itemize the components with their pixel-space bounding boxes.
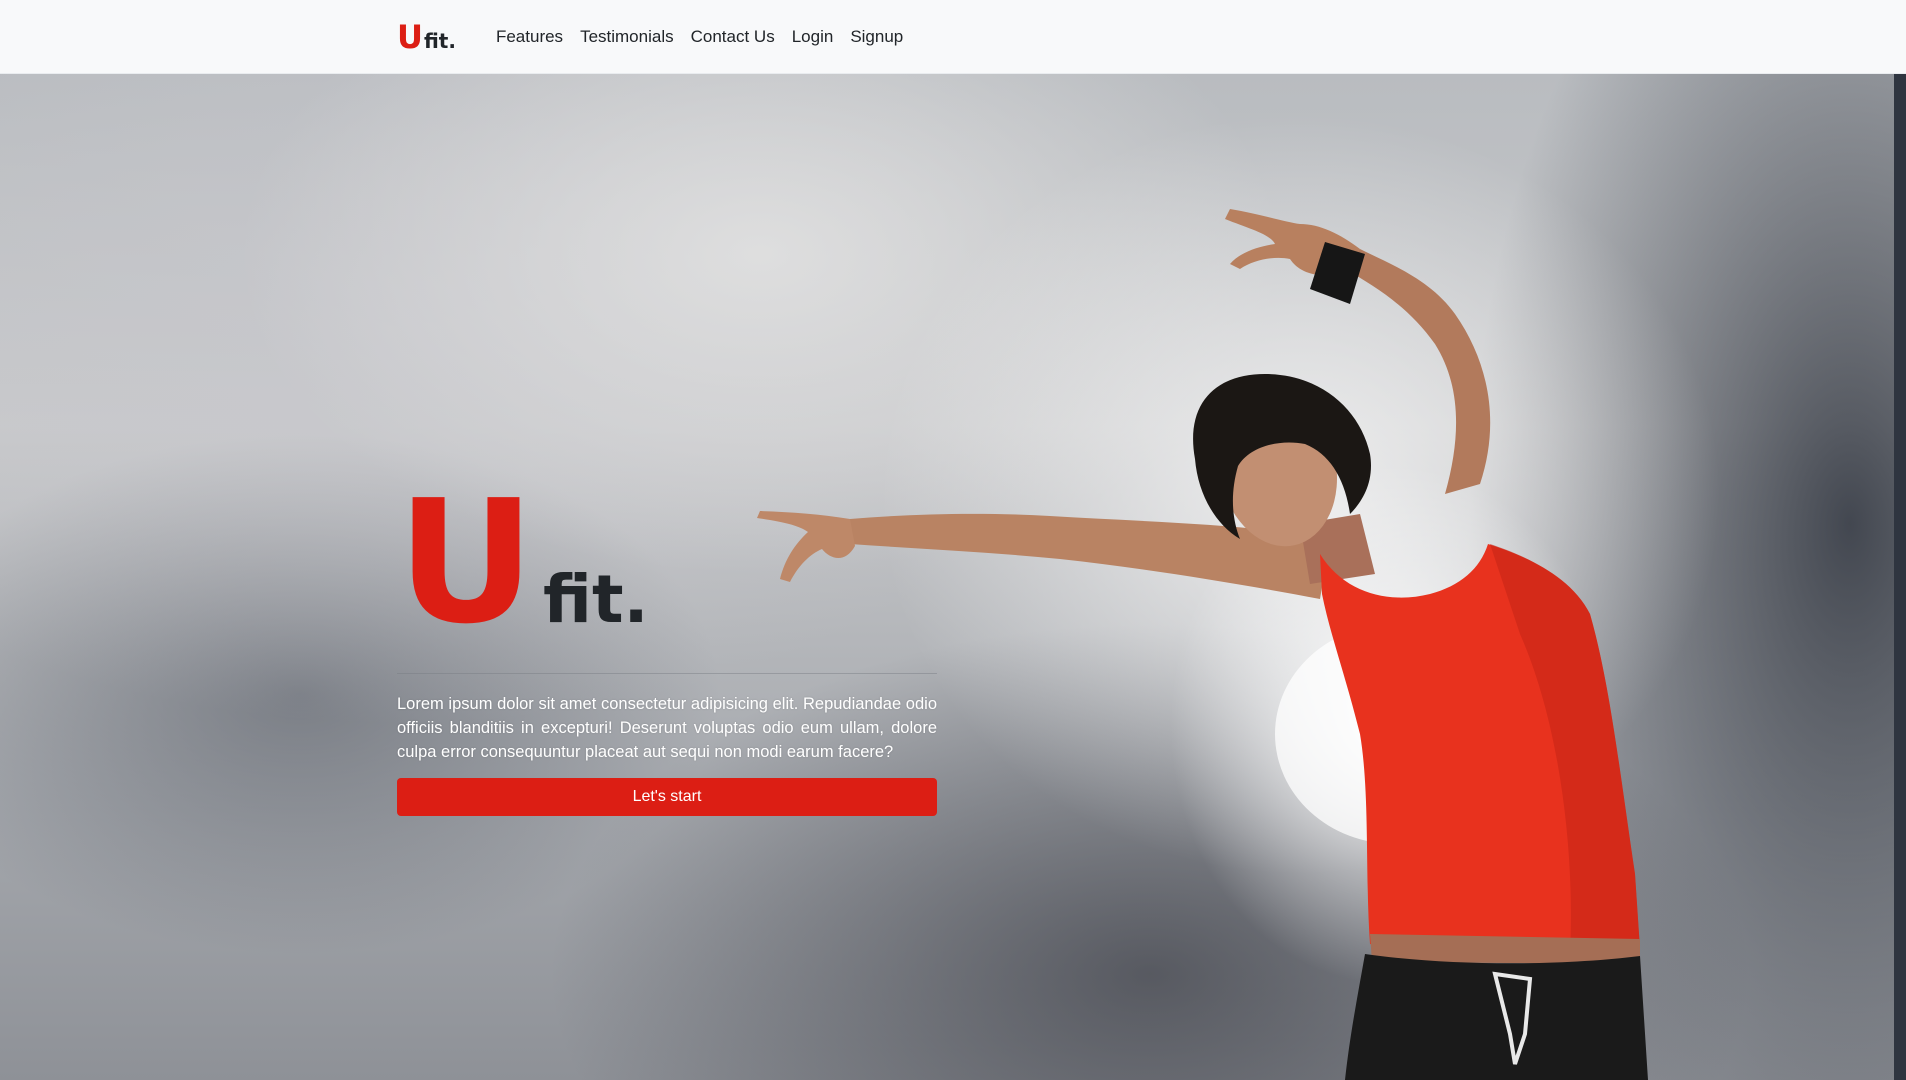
brand-logo-u: U (397, 17, 423, 56)
nav-link-testimonials[interactable]: Testimonials (580, 27, 674, 47)
brand-logo[interactable]: U fit. (397, 21, 456, 53)
nav-link-login[interactable]: Login (792, 27, 834, 47)
hero-logo-u: U (397, 464, 536, 662)
brand-logo-fit: fit. (423, 28, 456, 53)
hero-logo-fit: fit. (543, 561, 649, 638)
hero-section: U fit. Lorem ipsum dolor sit amet consec… (0, 74, 1906, 1080)
hero-description: Lorem ipsum dolor sit amet consectetur a… (397, 695, 937, 761)
nav-link-features[interactable]: Features (496, 27, 563, 47)
nav-link-signup[interactable]: Signup (850, 27, 903, 47)
top-navbar: U fit. Features Testimonials Contact Us … (0, 0, 1906, 74)
athlete-photo (757, 209, 1648, 1080)
nav-links: Features Testimonials Contact Us Login S… (496, 27, 920, 47)
nav-link-contact-us[interactable]: Contact Us (691, 27, 775, 47)
hero-divider (397, 673, 937, 674)
hero-content: U fit. Lorem ipsum dolor sit amet consec… (397, 464, 937, 816)
hero-logo: U fit. (397, 464, 937, 662)
lets-start-button[interactable]: Let's start (397, 778, 937, 816)
